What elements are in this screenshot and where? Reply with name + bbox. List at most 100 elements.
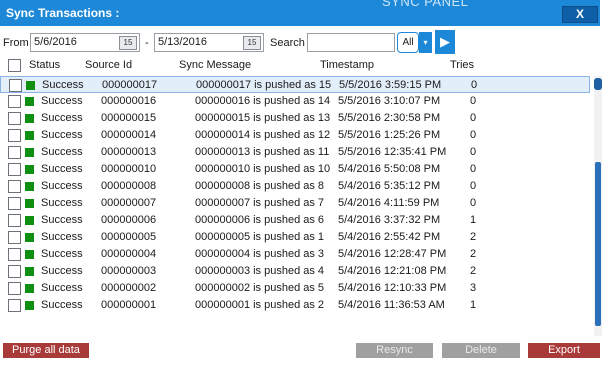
row-checkbox[interactable] [8,180,21,193]
timestamp-cell: 5/5/2016 12:35:41 PM [338,146,447,158]
chevron-down-icon[interactable]: ▾ [419,32,432,53]
source-id-cell: 000000008 [101,180,157,192]
table-row[interactable]: Success 000000008 000000008 is pushed as 8… [0,178,590,195]
to-date-value: 5/13/2016 [158,36,207,48]
timestamp-cell: 5/4/2016 12:21:08 PM [338,265,447,277]
source-id-cell: 000000010 [101,163,157,175]
column-header-sync-message[interactable]: Sync Message [179,59,251,71]
status-cell: Success [41,282,83,294]
status-cell: Success [41,265,83,277]
table-row[interactable]: Success 000000003 000000003 is pushed as 4… [0,263,590,280]
source-id-cell: 000000015 [101,112,157,124]
row-checkbox[interactable] [9,79,22,92]
sync-message-cell: 000000001 is pushed as 2 [195,299,325,311]
purge-all-data-button[interactable]: Purge all data [3,343,89,358]
table-row[interactable]: Success 000000004 000000004 is pushed as 3… [0,246,590,263]
status-indicator-icon [25,114,34,123]
sync-message-cell: 000000017 is pushed as 15 [196,79,332,91]
search-input[interactable] [307,33,395,52]
timestamp-cell: 5/4/2016 11:36:53 AM [338,299,445,311]
status-cell: Success [41,95,83,107]
window-title: Sync Transactions : [6,6,120,20]
column-header-timestamp[interactable]: Timestamp [320,59,374,71]
row-checkbox[interactable] [8,231,21,244]
table-row[interactable]: Success 000000010 000000010 is pushed as 1… [0,161,590,178]
status-indicator-icon [25,250,34,259]
timestamp-cell: 5/4/2016 3:37:32 PM [338,214,441,226]
tries-cell: 0 [470,197,477,209]
row-checkbox[interactable] [8,214,21,227]
column-header-status[interactable]: Status [29,59,60,71]
timestamp-cell: 5/5/2016 3:59:15 PM [339,79,442,91]
source-id-cell: 000000004 [101,248,157,260]
status-indicator-icon [25,199,34,208]
row-checkbox[interactable] [8,129,21,142]
select-all-checkbox[interactable] [8,59,21,72]
calendar-icon[interactable]: 15 [243,36,261,50]
table-row[interactable]: Success 000000013 000000013 is pushed as 1… [0,144,590,161]
row-checkbox[interactable] [8,112,21,125]
row-checkbox[interactable] [8,282,21,295]
to-date-picker[interactable]: 5/13/2016 15 [154,33,264,52]
from-date-picker[interactable]: 5/6/2016 15 [30,33,140,52]
row-checkbox[interactable] [8,95,21,108]
sync-message-cell: 000000008 is pushed as 8 [195,180,325,192]
sync-message-cell: 000000006 is pushed as 6 [195,214,325,226]
sync-message-cell: 000000016 is pushed as 14 [195,95,331,107]
delete-button[interactable]: Delete [442,343,520,358]
tries-cell: 1 [470,214,477,226]
search-label: Search [270,37,305,49]
table-row[interactable]: Success 000000001 000000001 is pushed as 2… [0,297,590,314]
from-date-value: 5/6/2016 [34,36,77,48]
scope-select[interactable]: All [397,32,419,53]
sync-message-cell: 000000015 is pushed as 13 [195,112,331,124]
tries-cell: 0 [470,95,477,107]
row-checkbox[interactable] [8,146,21,159]
close-button[interactable]: X [562,6,598,23]
status-indicator-icon [25,301,34,310]
table-row[interactable]: Success 000000014 000000014 is pushed as 1… [0,127,590,144]
table-row[interactable]: Success 000000016 000000016 is pushed as 1… [0,93,590,110]
sync-message-cell: 000000007 is pushed as 7 [195,197,325,209]
tries-cell: 0 [470,129,477,141]
status-cell: Success [41,197,83,209]
from-label: From [3,37,29,49]
calendar-icon[interactable]: 15 [119,36,137,50]
status-cell: Success [41,163,83,175]
export-button[interactable]: Export [528,343,600,358]
status-indicator-icon [25,165,34,174]
status-cell: Success [42,79,84,91]
column-header-source-id[interactable]: Source Id [85,59,132,71]
vertical-scrollbar[interactable] [594,76,602,336]
source-id-cell: 000000003 [101,265,157,277]
table-row[interactable]: Success 000000017 000000017 is pushed as 1… [0,76,590,93]
timestamp-cell: 5/4/2016 5:35:12 PM [338,180,441,192]
status-cell: Success [41,214,83,226]
row-checkbox[interactable] [8,299,21,312]
timestamp-cell: 5/4/2016 12:10:33 PM [338,282,447,294]
grid-header: Status Source Id Sync Message Timestamp … [0,56,594,75]
date-range-separator: - [145,37,149,49]
table-row[interactable]: Success 000000002 000000002 is pushed as 5… [0,280,590,297]
timestamp-cell: 5/4/2016 4:11:59 PM [338,197,440,209]
row-checkbox[interactable] [8,197,21,210]
table-row[interactable]: Success 000000005 000000005 is pushed as 1… [0,229,590,246]
sync-message-cell: 000000013 is pushed as 11 [195,146,330,158]
status-indicator-icon [25,182,34,191]
scroll-up-icon[interactable] [594,78,602,90]
source-id-cell: 000000014 [101,129,157,141]
row-checkbox[interactable] [8,163,21,176]
table-row[interactable]: Success 000000006 000000006 is pushed as 6… [0,212,590,229]
status-indicator-icon [25,131,34,140]
tries-cell: 2 [470,265,477,277]
table-row[interactable]: Success 000000015 000000015 is pushed as 1… [0,110,590,127]
play-icon[interactable]: ▶ [435,30,455,54]
table-row[interactable]: Success 000000007 000000007 is pushed as 7… [0,195,590,212]
row-checkbox[interactable] [8,265,21,278]
column-header-tries[interactable]: Tries [450,59,474,71]
scrollbar-thumb[interactable] [595,162,601,326]
resync-button[interactable]: Resync [356,343,433,358]
source-id-cell: 000000007 [101,197,157,209]
tries-cell: 0 [471,79,478,91]
row-checkbox[interactable] [8,248,21,261]
